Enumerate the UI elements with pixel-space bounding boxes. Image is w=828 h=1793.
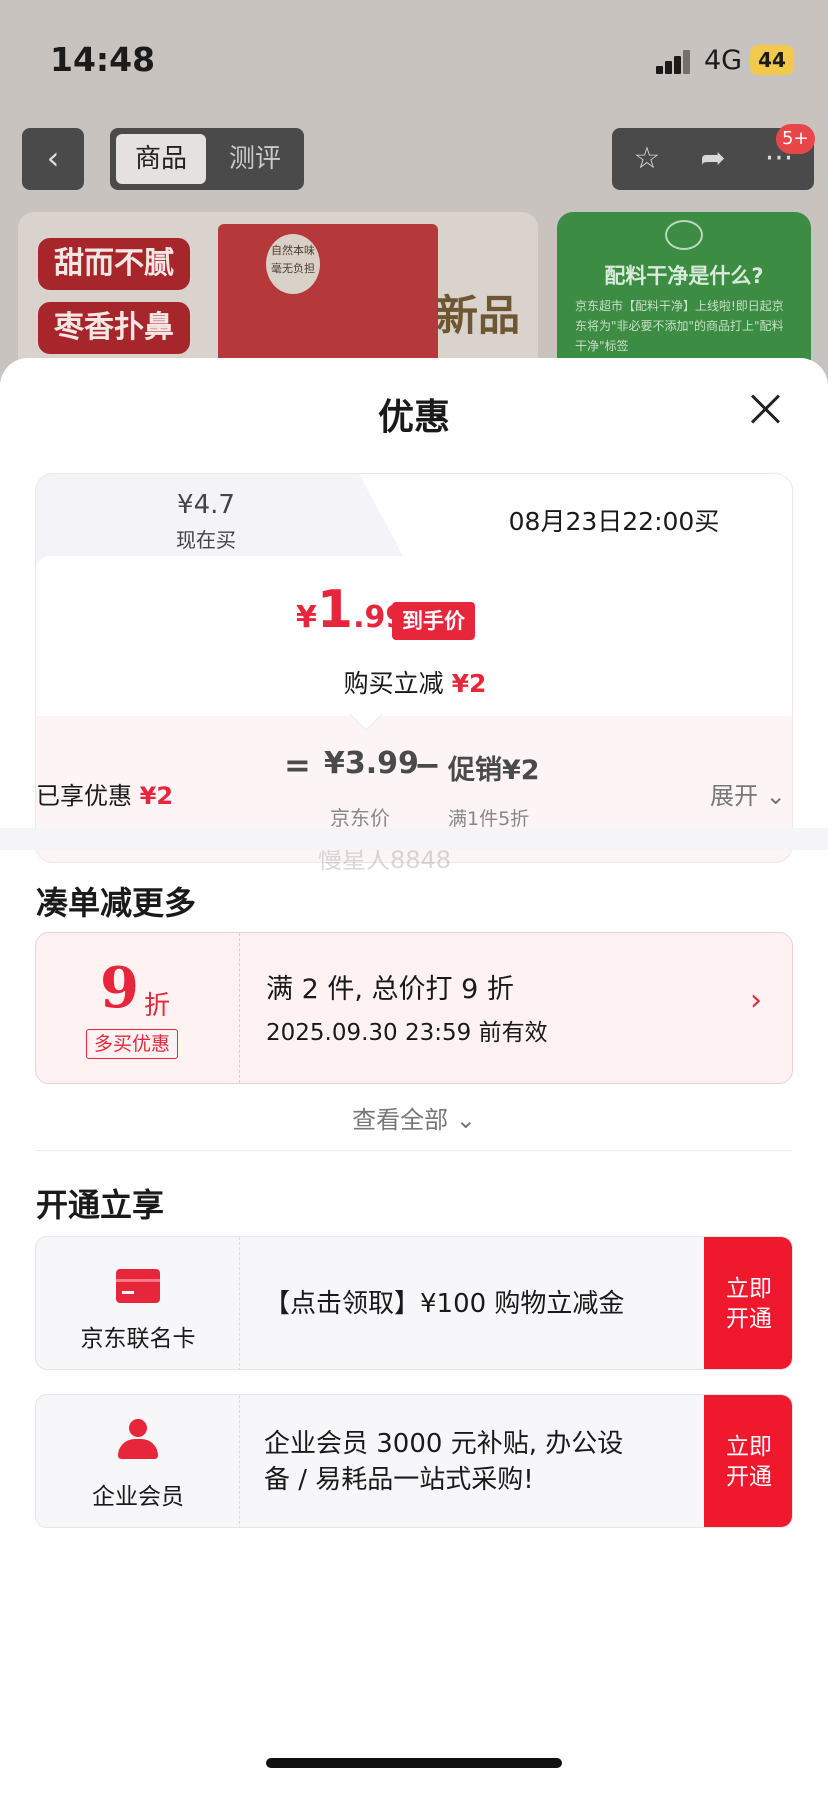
instant-discount-amount: ¥2	[451, 669, 487, 698]
selling-point-tag: 枣香扑鼻	[38, 302, 190, 354]
chevron-left-icon: ‹	[46, 139, 60, 177]
ingredient-banner-text: 京东超市【配料干净】上线啦!即日起京东将为"非必要不添加"的商品打上"配料干净"…	[575, 299, 784, 353]
network-type: 4G	[704, 45, 743, 76]
buy-now-price: ¥4.7	[177, 490, 235, 520]
offer-icon-area: 企业会员	[36, 1395, 240, 1527]
share-icon[interactable]: ➦	[680, 128, 746, 190]
instant-discount-label: 购买立减	[343, 669, 444, 698]
promo-label: 满1件5折	[448, 808, 530, 830]
instant-discount: 购买立减 ¥2	[36, 664, 792, 700]
promo-amount: 促销¥2	[448, 755, 540, 786]
see-all-label: 查看全部	[352, 1106, 449, 1134]
offer-name: 京东联名卡	[80, 1326, 196, 1352]
seal-icon	[665, 220, 703, 250]
divider-line	[36, 1150, 792, 1151]
open-now-button[interactable]: 立即开通	[704, 1237, 792, 1369]
minus-sign: −	[414, 746, 441, 784]
coupon-value-area: 9 折 多买优惠	[36, 933, 240, 1083]
home-indicator	[266, 1758, 562, 1768]
star-icon[interactable]: ☆	[614, 128, 680, 190]
credit-card-icon	[116, 1269, 160, 1303]
status-bar: 14:48 4G 44	[0, 0, 828, 120]
final-price-panel: ¥1.99 到手价 购买立减 ¥2	[36, 556, 792, 716]
ingredient-banner-title: 配料干净是什么?	[604, 264, 764, 288]
offer-row-cobrand-card[interactable]: 京东联名卡 【点击领取】¥100 购物立减金 立即开通	[35, 1236, 793, 1370]
new-product-text: 新品	[436, 291, 521, 340]
offer-row-enterprise[interactable]: 企业会员 企业会员 3000 元补贴, 办公设备 / 易耗品一站式采购! 立即开…	[35, 1394, 793, 1528]
selling-point-tag: 甜而不腻	[38, 238, 190, 290]
close-icon[interactable]	[740, 388, 790, 438]
pack-label: 自然本味 毫无负担	[266, 234, 320, 294]
person-icon	[116, 1419, 160, 1463]
back-button[interactable]: ‹	[22, 128, 84, 190]
section-divider	[0, 828, 828, 850]
offer-description: 企业会员 3000 元补贴, 办公设备 / 易耗品一站式采购!	[264, 1429, 624, 1495]
coupon-discount-unit: 折	[144, 991, 171, 1021]
open-now-button[interactable]: 立即开通	[704, 1395, 792, 1527]
top-nav: ‹ 商品 测评 ☆ ➦ ···	[0, 128, 828, 190]
final-price-tag: 到手价	[392, 602, 475, 640]
offer-name: 企业会员	[92, 1484, 184, 1510]
expand-button[interactable]: 展开 ⌄	[710, 776, 786, 811]
product-page-background: 14:48 4G 44 ‹ 商品 测评 ☆ ➦ ··· 5+ 自然本味 毫无负担…	[0, 0, 828, 400]
buy-now-label: 现在买	[176, 528, 236, 552]
status-time: 14:48	[50, 40, 156, 79]
enjoyed-discount: 已享优惠 ¥2	[36, 776, 173, 811]
expand-label: 展开	[710, 782, 758, 810]
coupon-validity: 2025.09.30 23:59 前有效	[266, 1020, 548, 1046]
tab-review[interactable]: 测评	[210, 134, 300, 184]
chevron-down-icon: ⌄	[765, 782, 786, 810]
jd-price: ¥3.99	[324, 746, 419, 781]
offer-description: 【点击领取】¥100 购物立减金	[264, 1289, 625, 1319]
coupon-tag: 多买优惠	[86, 1029, 179, 1059]
chevron-down-icon: ⌄	[455, 1106, 476, 1134]
chevron-right-icon[interactable]: ›	[750, 983, 762, 1018]
enjoyed-amount: ¥2	[139, 782, 174, 810]
jd-price-label: 京东价	[330, 806, 390, 830]
see-all-button[interactable]: 查看全部 ⌄	[0, 1100, 828, 1135]
coupon-card[interactable]: 9 折 多买优惠 满 2 件, 总价打 9 折 2025.09.30 23:59…	[35, 932, 793, 1084]
message-badge: 5+	[776, 124, 815, 154]
signal-icon	[656, 50, 692, 74]
buy-later-label: 08月23日22:00买	[508, 507, 720, 536]
sheet-title: 优惠	[377, 397, 450, 438]
discount-sheet: 优惠 ¥4.7 现在买 08月23日22:00买 ¥1.99 到手价 购买立减 …	[0, 358, 828, 1793]
enjoyed-label: 已享优惠	[36, 782, 132, 810]
equals-sign: =	[284, 746, 311, 784]
nav-tabs: 商品 测评	[110, 128, 304, 190]
final-price-integer: 1	[316, 580, 354, 640]
battery-icon: 44	[750, 45, 794, 75]
section-title-membership: 开通立享	[36, 1186, 165, 1224]
coupon-title: 满 2 件, 总价打 9 折	[266, 974, 514, 1005]
currency-symbol: ¥	[296, 600, 317, 635]
tab-product[interactable]: 商品	[116, 134, 206, 184]
offer-icon-area: 京东联名卡	[36, 1237, 240, 1369]
section-title-bundle: 凑单减更多	[36, 884, 197, 922]
final-price: ¥1.99	[296, 580, 406, 640]
coupon-discount-number: 9	[100, 955, 139, 1021]
